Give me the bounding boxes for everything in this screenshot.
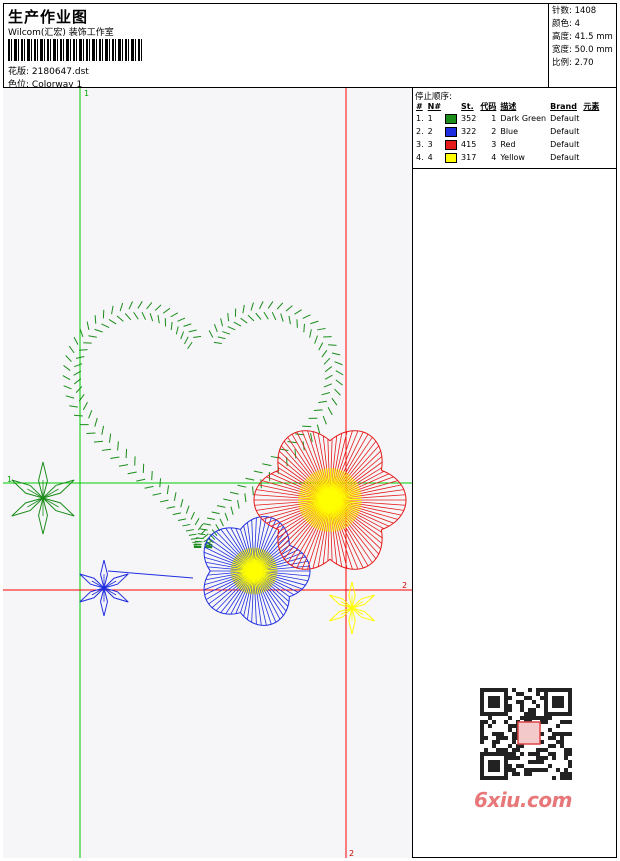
marker-1-left: 1 [7, 475, 12, 484]
design-canvas[interactable]: 1 1 2 2 [3, 88, 413, 858]
panel-divider [413, 168, 617, 169]
color-swatch [445, 152, 458, 163]
color-swatch [445, 139, 458, 150]
col-element: 元素 [583, 101, 600, 111]
stat-scale: 比例: 2.70 [552, 58, 594, 68]
table-row[interactable]: 2. 2 322 2 Blue Default [414, 125, 601, 138]
color-swatch [445, 126, 458, 137]
col-stitches: St. [461, 101, 474, 111]
stat-colors: 颜色: 4 [552, 19, 580, 29]
marker-2-right: 2 [402, 581, 407, 590]
table-row[interactable]: 3. 3 415 3 Red Default [414, 138, 601, 151]
watermark: 6xiu.com [474, 788, 572, 812]
table-row[interactable]: 1. 1 352 1 Dark Green Default [414, 112, 601, 125]
qr-code-icon [470, 680, 582, 790]
green-flower-outline [11, 461, 75, 535]
col-description: 描述 [500, 101, 517, 111]
header: 生产作业图 Wilcom(汇宏) 装饰工作室 花版: 2180647.dst 色… [3, 3, 617, 90]
stats-panel: 针数: 1408 颜色: 4 高度: 41.5 mm 宽度: 50.0 mm 比… [548, 3, 617, 88]
stop-sequence-table: # N# St. 代码 描述 Brand 元素 1. 1 352 1 Dark … [414, 100, 601, 164]
col-brand: Brand [550, 101, 577, 111]
col-code: 代码 [480, 101, 497, 111]
col-swatch [443, 100, 459, 112]
stat-width: 宽度: 50.0 mm [552, 45, 613, 55]
blue-star-flower [79, 559, 194, 617]
col-index: # [416, 101, 423, 111]
company-name: Wilcom(汇宏) 装饰工作室 [8, 28, 114, 38]
page-title: 生产作业图 [8, 8, 89, 26]
stat-stitches: 针数: 1408 [552, 6, 597, 16]
marker-1-top: 1 [84, 89, 89, 98]
embroidery-preview: 1 1 2 2 [3, 88, 412, 858]
barcode [8, 39, 143, 61]
red-flower [253, 430, 407, 570]
color-swatch [445, 113, 458, 124]
stat-height: 高度: 41.5 mm [552, 32, 613, 42]
design-label: 花版: [8, 67, 30, 77]
design-line: 花版: 2180647.dst [8, 64, 89, 77]
table-row[interactable]: 4. 4 317 4 Yellow Default [414, 151, 601, 164]
blue-flower [203, 516, 311, 626]
design-value: 2180647.dst [31, 67, 89, 77]
marker-2-bottom: 2 [349, 849, 354, 858]
col-needle: N# [427, 101, 442, 111]
